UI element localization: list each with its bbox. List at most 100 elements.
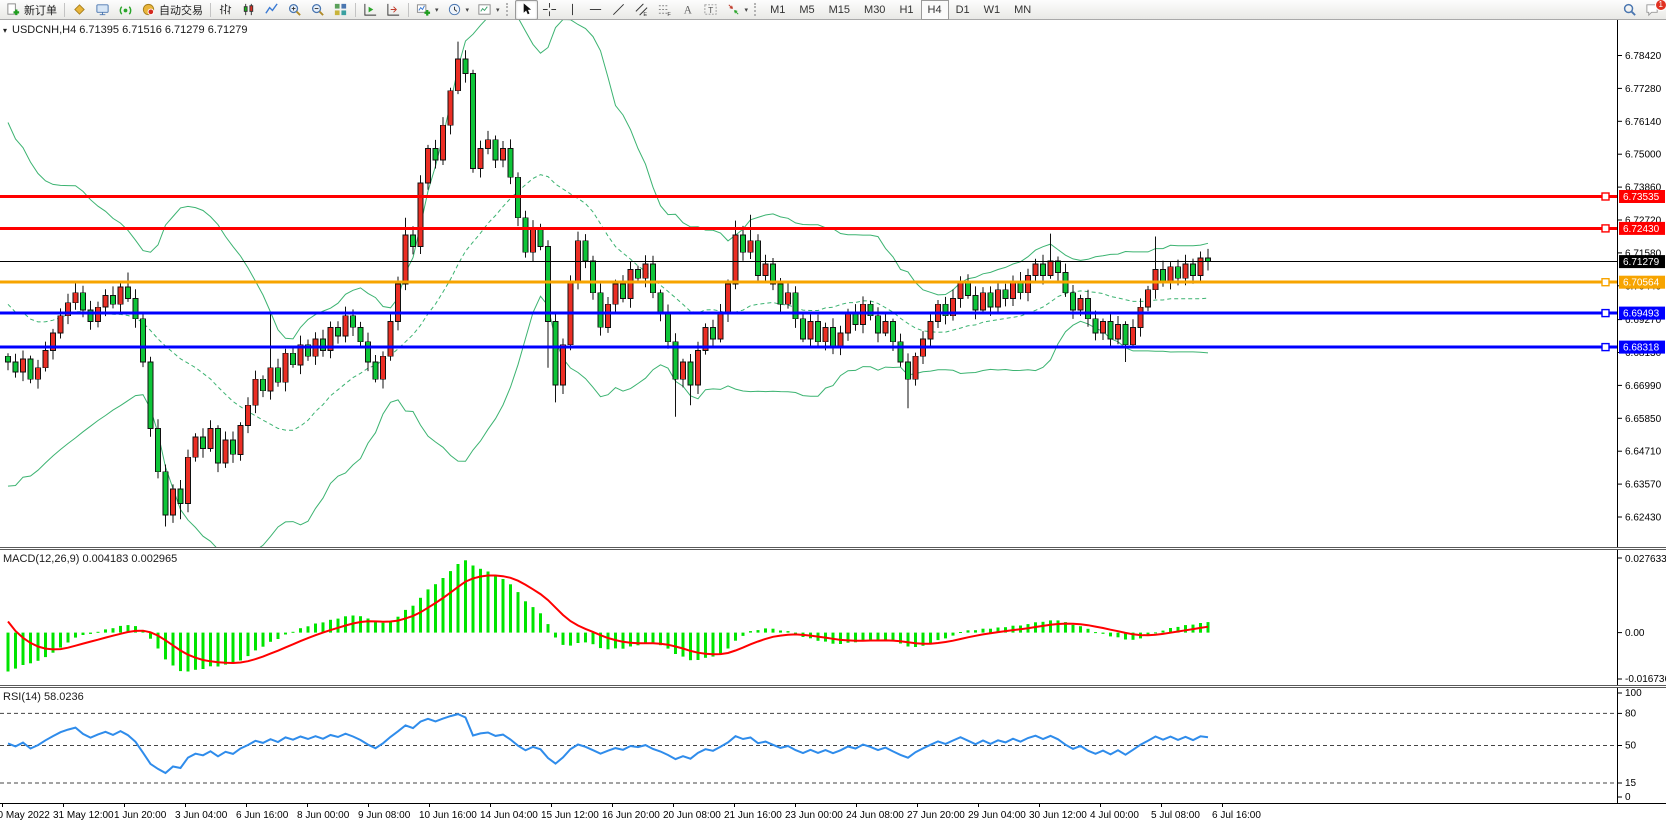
- navigator-button[interactable]: [114, 0, 137, 20]
- macd-axis[interactable]: 0.027633 0.00 -0.016736: [1617, 554, 1666, 685]
- time-label: 10 Jun 16:00: [419, 810, 477, 821]
- zoom-in-icon: [287, 2, 302, 17]
- trendline-button[interactable]: [607, 0, 630, 20]
- notifications-button[interactable]: 1: [1641, 0, 1664, 20]
- arrows-button[interactable]: ▾: [722, 0, 753, 20]
- autotrading-button[interactable]: 自动交易: [137, 0, 207, 20]
- crosshair-button[interactable]: [538, 0, 561, 20]
- time-tick: [1161, 804, 1162, 807]
- time-label: 4 Jul 00:00: [1090, 810, 1139, 821]
- svg-text:E: E: [643, 12, 647, 17]
- line-chart-button[interactable]: [260, 0, 283, 20]
- time-axis[interactable]: 30 May 202231 May 12:001 Jun 20:003 Jun …: [0, 803, 1666, 824]
- svg-text:6.65850: 6.65850: [1625, 414, 1662, 425]
- support-line-2[interactable]: [0, 344, 1617, 351]
- time-tick: [185, 804, 186, 807]
- time-tick: [1222, 804, 1223, 807]
- chart-shift-button[interactable]: [382, 0, 405, 20]
- rsi-label: RSI(14) 58.0236: [3, 691, 84, 703]
- rsi-axis[interactable]: 1008050150: [1617, 688, 1642, 803]
- channel-icon: E: [634, 2, 649, 17]
- time-tick: [917, 804, 918, 807]
- indicators-button[interactable]: ▾: [412, 0, 443, 20]
- time-tick: [856, 804, 857, 807]
- tf-m15[interactable]: M15: [822, 0, 857, 20]
- tf-h4[interactable]: H4: [921, 0, 949, 20]
- tf-m1[interactable]: M1: [763, 0, 792, 20]
- time-label: 6 Jul 16:00: [1212, 810, 1261, 821]
- time-tick: [307, 804, 308, 807]
- time-tick: [429, 804, 430, 807]
- time-label: 21 Jun 16:00: [724, 810, 782, 821]
- tf-d1[interactable]: D1: [949, 0, 977, 20]
- chevron-down-icon: ▾: [745, 6, 749, 14]
- svg-text:6.75000: 6.75000: [1625, 150, 1662, 161]
- channel-button[interactable]: E: [630, 0, 653, 20]
- svg-text:0.00: 0.00: [1625, 628, 1645, 639]
- trading-terminal: 新订单自动交易▾▾▾EFAT▾M1M5M15M30H1H4D1W1MN1 6.7…: [0, 0, 1666, 824]
- tf-m30[interactable]: M30: [857, 0, 892, 20]
- price-chart[interactable]: 6.784206.772806.761406.750006.738606.727…: [0, 20, 1666, 547]
- profiles-button[interactable]: [68, 0, 91, 20]
- tf-mn[interactable]: MN: [1007, 0, 1038, 20]
- time-label: 24 Jun 08:00: [846, 810, 904, 821]
- svg-text:6.76140: 6.76140: [1625, 117, 1662, 128]
- svg-text:6.70564: 6.70564: [1623, 278, 1660, 289]
- time-tick: [1039, 804, 1040, 807]
- time-tick: [551, 804, 552, 807]
- svg-text:0.027633: 0.027633: [1625, 554, 1666, 565]
- resistance-line-2[interactable]: [0, 225, 1617, 232]
- time-label: 29 Jun 04:00: [968, 810, 1026, 821]
- chart-menu-icon[interactable]: ▾: [3, 26, 7, 35]
- search-icon: [1622, 2, 1637, 17]
- time-tick: [246, 804, 247, 807]
- new-order-icon: [6, 2, 21, 17]
- zoom-in-button[interactable]: [283, 0, 306, 20]
- chart-window: 6.784206.772806.761406.750006.738606.727…: [0, 20, 1666, 824]
- rsi-chart[interactable]: 1008050150: [0, 688, 1666, 803]
- autoscroll-icon: [363, 2, 378, 17]
- tile-windows-button[interactable]: [329, 0, 352, 20]
- autotrading-icon: [141, 2, 156, 17]
- autoscroll-button[interactable]: [359, 0, 382, 20]
- market-watch-button[interactable]: [91, 0, 114, 20]
- label-button[interactable]: T: [699, 0, 722, 20]
- time-label: 31 May 12:00: [53, 810, 114, 821]
- arrows-icon: [726, 2, 741, 17]
- resistance-line-1[interactable]: [0, 193, 1617, 200]
- hline-button[interactable]: [584, 0, 607, 20]
- line-chart-icon: [264, 2, 279, 17]
- cursor-button[interactable]: [515, 0, 538, 20]
- toolbar-separator: [210, 3, 211, 17]
- templates-button[interactable]: ▾: [473, 0, 504, 20]
- market-watch-icon: [95, 2, 110, 17]
- zoom-out-button[interactable]: [306, 0, 329, 20]
- pivot-line[interactable]: [0, 279, 1617, 286]
- svg-text:-0.016736: -0.016736: [1625, 674, 1666, 685]
- candle-chart-button[interactable]: [237, 0, 260, 20]
- tf-h1[interactable]: H1: [892, 0, 920, 20]
- time-label: 14 Jun 04:00: [480, 810, 538, 821]
- time-label: 30 Jun 12:00: [1029, 810, 1087, 821]
- tf-w1[interactable]: W1: [977, 0, 1008, 20]
- candles: [6, 42, 1211, 527]
- search-button[interactable]: [1618, 0, 1641, 20]
- periods-button[interactable]: ▾: [443, 0, 474, 20]
- chevron-down-icon: ▾: [435, 6, 439, 14]
- vline-button[interactable]: [561, 0, 584, 20]
- svg-text:6.62430: 6.62430: [1625, 513, 1662, 524]
- text-icon: A: [680, 2, 695, 17]
- new-order-button[interactable]: 新订单: [2, 0, 61, 20]
- rsi-line: [8, 714, 1208, 773]
- bar-chart-button[interactable]: [214, 0, 237, 20]
- text-button[interactable]: A: [676, 0, 699, 20]
- profiles-icon: [72, 2, 87, 17]
- label-icon: T: [703, 2, 718, 17]
- macd-chart[interactable]: 0.027633 0.00 -0.016736: [0, 550, 1666, 685]
- svg-text:15: 15: [1625, 778, 1637, 789]
- price-pane: 6.784206.772806.761406.750006.738606.727…: [0, 20, 1666, 547]
- tf-m5[interactable]: M5: [792, 0, 821, 20]
- fibonacci-button[interactable]: F: [653, 0, 676, 20]
- new-order-button-label: 新订单: [24, 2, 57, 18]
- time-label: 30 May 2022: [0, 810, 50, 821]
